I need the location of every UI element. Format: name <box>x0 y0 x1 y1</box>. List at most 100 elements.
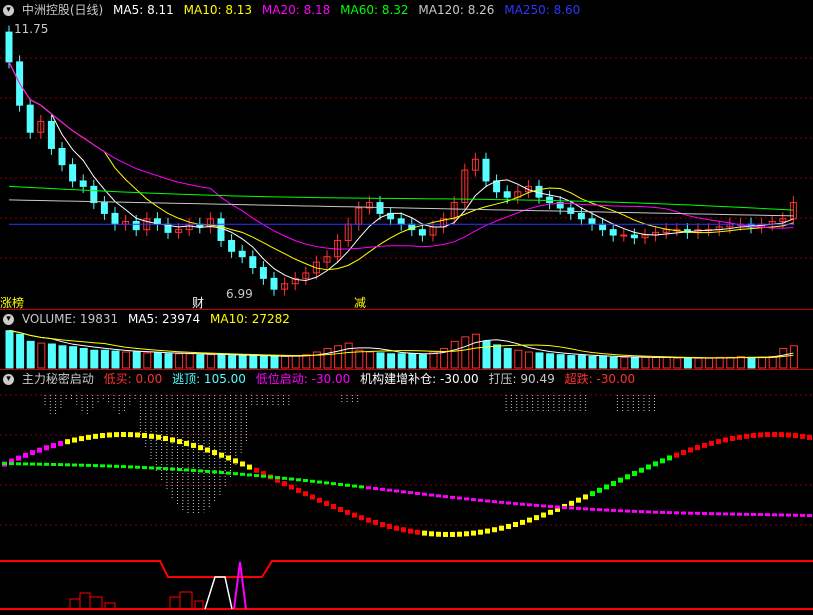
candle-body <box>397 218 405 225</box>
inst-build-label: 机构建增补仓: -30.00 <box>360 372 479 386</box>
oscillator-dot <box>660 458 665 464</box>
slow-line-dot <box>716 512 721 516</box>
oscillator-dot <box>478 529 483 535</box>
collapse-icon[interactable]: ▾ <box>3 314 14 325</box>
volume-chart[interactable] <box>0 327 813 369</box>
slow-line-dot <box>170 467 175 471</box>
slow-line-dot <box>618 509 623 513</box>
slow-line-dot <box>303 479 308 483</box>
volume-bar <box>503 347 512 369</box>
candle-body <box>47 120 55 149</box>
volume-ma10: MA10: 27282 <box>210 312 290 326</box>
volume-bar <box>90 349 99 369</box>
volume-bar <box>365 351 374 369</box>
volume-bar <box>217 354 226 369</box>
slow-line-dot <box>366 486 371 490</box>
slow-line-dot <box>9 462 14 466</box>
oscillator-dot <box>219 452 224 458</box>
oscillator-dot <box>233 458 238 464</box>
candle-body <box>217 218 225 241</box>
slow-line-dot <box>240 472 245 476</box>
oscillator-dot <box>254 467 259 473</box>
volume-bar <box>546 353 555 369</box>
slow-line-dot <box>205 469 210 473</box>
volume-bar <box>153 352 162 369</box>
stock-title: 中洲控股(日线) <box>21 3 104 17</box>
oscillator-dot <box>303 491 308 497</box>
slow-line-dot <box>625 509 630 513</box>
oscillator-dot <box>352 512 357 518</box>
slow-line-dot <box>44 462 49 466</box>
oscillator-dot <box>380 522 385 528</box>
candle-body <box>503 191 511 198</box>
slow-line-dot <box>212 470 217 474</box>
collapse-icon[interactable]: ▾ <box>3 5 14 16</box>
candle-body <box>90 185 98 204</box>
slow-line-dot <box>219 471 224 475</box>
oscillator-dot <box>534 515 539 521</box>
indicator-header: ▾ 主力秘密启动 低买: 0.00 逃顶: 105.00 低位启动: -30.0… <box>0 371 641 387</box>
oscillator-dot <box>72 437 77 443</box>
price-chart[interactable] <box>0 18 813 308</box>
oscillator-dot <box>667 455 672 461</box>
slow-line-dot <box>317 480 322 484</box>
volume-bar <box>641 356 650 369</box>
slow-line-dot <box>247 473 252 477</box>
oscillator-dot <box>527 517 532 523</box>
slow-line-dot <box>233 472 238 476</box>
oscillator-dot <box>632 470 637 476</box>
slow-line-dot <box>520 502 525 506</box>
ma60-line <box>8 185 794 211</box>
oscillator-dot <box>51 443 56 449</box>
candle-body <box>259 267 267 279</box>
oscillator-dot <box>345 509 350 515</box>
oscillator-dot <box>443 531 448 537</box>
indicator-chart[interactable] <box>0 387 813 615</box>
slow-line-dot <box>471 498 476 502</box>
oscillator-dot <box>198 445 203 451</box>
volume-bar <box>482 340 491 369</box>
oscillator-dot <box>646 464 651 470</box>
slow-line-dot <box>527 503 532 507</box>
slow-line-dot <box>296 478 301 482</box>
volume-bar <box>747 356 756 369</box>
ma60-label: MA60: 8.32 <box>340 3 409 17</box>
volume-bar <box>556 354 565 369</box>
oscillator-dot <box>177 439 182 445</box>
slow-line-dot <box>765 513 770 517</box>
ma120-label: MA120: 8.26 <box>418 3 495 17</box>
bottom-step-bar <box>179 591 193 610</box>
slow-line-dot <box>457 496 462 500</box>
volume-bar <box>143 352 152 369</box>
separator-2[interactable] <box>0 369 813 370</box>
volume-title: VOLUME: 19831 <box>21 312 119 326</box>
slow-line-dot <box>660 510 665 514</box>
slow-line-dot <box>758 513 763 517</box>
oscillator-dot <box>58 441 63 447</box>
slow-line-dot <box>373 487 378 491</box>
slow-line-dot <box>331 482 336 486</box>
volume-bar <box>291 355 300 369</box>
separator-1[interactable] <box>0 309 813 310</box>
slow-line-dot <box>730 512 735 516</box>
oscillator-dot <box>212 450 217 456</box>
volume-bar <box>662 356 671 369</box>
volume-bar <box>281 355 290 369</box>
collapse-icon[interactable]: ▾ <box>3 374 14 385</box>
volume-ma5: MA5: 23974 <box>127 312 201 326</box>
volume-bar <box>37 342 46 369</box>
oscillator-dot <box>800 433 805 439</box>
slow-line-dot <box>114 464 119 468</box>
volume-bar <box>535 352 544 369</box>
volume-bar <box>164 353 173 369</box>
oscillator-dot <box>569 500 574 506</box>
volume-bar <box>249 355 258 369</box>
oscillator-dot <box>513 522 518 528</box>
volume-bar <box>408 353 417 369</box>
slow-line-dot <box>597 508 602 512</box>
oscillator-dot <box>681 449 686 455</box>
ma10-label: MA10: 8.13 <box>183 3 253 17</box>
magenta-spike <box>233 561 247 610</box>
volume-bar <box>567 355 576 369</box>
slow-line-dot <box>93 464 98 468</box>
